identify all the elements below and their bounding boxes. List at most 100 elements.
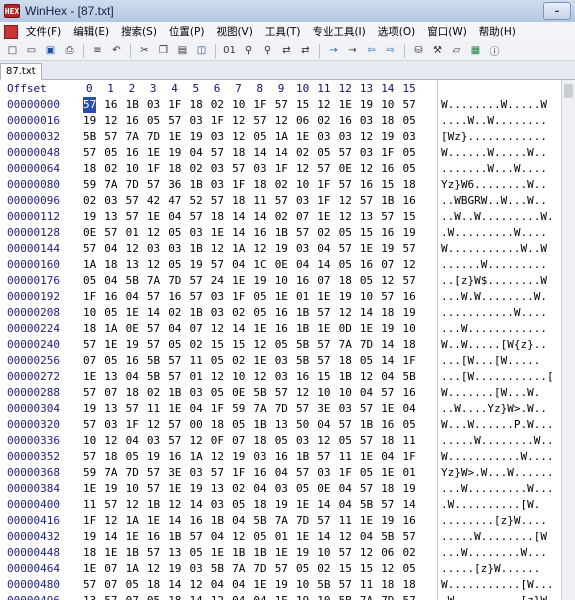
hex-byte-cell[interactable]: 14	[317, 257, 330, 273]
hex-byte-cell[interactable]: 18	[253, 177, 266, 193]
hex-byte-cell[interactable]: 0E	[83, 225, 96, 241]
hex-byte-cell[interactable]: 1E	[253, 577, 266, 593]
row-text-preview[interactable]: .....W........[W	[441, 529, 547, 545]
hex-byte-cell[interactable]: 57	[83, 449, 96, 465]
hex-byte-cell[interactable]: 5B	[317, 577, 330, 593]
hex-byte-cell[interactable]: 57	[104, 129, 117, 145]
hex-byte-cell[interactable]: 12	[147, 257, 160, 273]
hex-byte-cell[interactable]: 16	[360, 177, 373, 193]
hex-byte-cell[interactable]: 18	[403, 577, 416, 593]
hex-byte-cell[interactable]: 57	[168, 433, 181, 449]
hex-byte-cell[interactable]: 1F	[232, 465, 245, 481]
hex-byte-cell[interactable]: 14	[232, 225, 245, 241]
hex-byte-cell[interactable]: 5B	[296, 353, 309, 369]
hex-byte-cell[interactable]: 7A	[339, 337, 352, 353]
hex-byte-cell[interactable]: 02	[232, 353, 245, 369]
hex-byte-cell[interactable]: 16	[126, 113, 139, 129]
hex-byte-cell[interactable]: 1E	[339, 97, 352, 113]
hex-byte-cell[interactable]: 02	[211, 97, 224, 113]
hex-byte-cell[interactable]: 18	[126, 385, 139, 401]
hex-byte-cell[interactable]: 05	[275, 337, 288, 353]
hex-byte-cell[interactable]: 05	[296, 481, 309, 497]
new-file-icon[interactable]: □	[5, 44, 20, 58]
hex-byte-cell[interactable]: 06	[296, 113, 309, 129]
hex-byte-cell[interactable]: 57	[126, 209, 139, 225]
hex-byte-cell[interactable]: 10	[296, 577, 309, 593]
hex-byte-cell[interactable]: 1E	[275, 545, 288, 561]
hex-byte-cell[interactable]: 03	[147, 97, 160, 113]
hex-byte-cell[interactable]: 03	[211, 129, 224, 145]
hex-byte-cell[interactable]: 12	[126, 497, 139, 513]
hex-byte-cell[interactable]: 12	[253, 241, 266, 257]
hex-byte-cell[interactable]: 1F	[232, 177, 245, 193]
row-text-preview[interactable]: ......W.........	[441, 257, 547, 273]
hex-byte-cell[interactable]: 57	[381, 385, 394, 401]
hex-byte-cell[interactable]: 03	[296, 241, 309, 257]
hex-byte-cell[interactable]: 14	[275, 145, 288, 161]
hex-byte-cell[interactable]: 0E	[232, 385, 245, 401]
hex-byte-cell[interactable]: 07	[104, 561, 117, 577]
hex-byte-cell[interactable]: 5B	[126, 273, 139, 289]
hex-byte-cell[interactable]: 0E	[317, 481, 330, 497]
hex-byte-cell[interactable]: 12	[317, 433, 330, 449]
hex-byte-cell[interactable]: 16	[275, 321, 288, 337]
hex-byte-cell[interactable]: 12	[104, 113, 117, 129]
calculator-icon[interactable]: ▦	[468, 44, 483, 58]
hex-byte-cell[interactable]: 1E	[360, 449, 373, 465]
save-icon[interactable]: ▣	[43, 44, 58, 58]
row-text-preview[interactable]: ...W............	[441, 321, 547, 337]
hex-byte-cell[interactable]: 12	[190, 577, 203, 593]
hex-byte-cell[interactable]: 18	[403, 177, 416, 193]
hex-byte-cell[interactable]: 18	[381, 305, 394, 321]
hex-byte-cell[interactable]: 15	[339, 561, 352, 577]
hex-byte-cell[interactable]: 13	[211, 481, 224, 497]
open-folder-icon[interactable]: ▭	[24, 44, 39, 58]
hex-byte-cell[interactable]: 57	[275, 97, 288, 113]
hex-byte-cell[interactable]: 13	[275, 417, 288, 433]
hex-byte-cell[interactable]: 16	[147, 529, 160, 545]
hex-byte-cell[interactable]: 05	[104, 353, 117, 369]
hex-byte-cell[interactable]: 16	[104, 289, 117, 305]
hex-byte-cell[interactable]: 16	[104, 97, 117, 113]
menu-item-8[interactable]: 窗口(W)	[421, 24, 473, 39]
goto-icon[interactable]: →	[326, 44, 341, 58]
hex-byte-cell[interactable]: 57	[317, 513, 330, 529]
print-icon[interactable]: ⎙	[62, 44, 77, 58]
hex-byte-cell[interactable]: 02	[190, 337, 203, 353]
hex-byte-cell[interactable]: 57	[168, 417, 181, 433]
hex-byte-cell[interactable]: 1F	[381, 145, 394, 161]
hex-byte-cell[interactable]: 1E	[275, 289, 288, 305]
hex-byte-cell[interactable]: 1F	[317, 193, 330, 209]
hex-byte-cell[interactable]: 1B	[190, 241, 203, 257]
hex-byte-cell[interactable]: 7D	[126, 465, 139, 481]
hex-byte-cell[interactable]: 52	[190, 193, 203, 209]
hex-byte-cell[interactable]: 16	[360, 257, 373, 273]
hex-byte-cell[interactable]: 57	[296, 401, 309, 417]
hex-byte-cell[interactable]: 19	[147, 449, 160, 465]
hex-byte-cell[interactable]: 0D	[339, 321, 352, 337]
hex-byte-cell[interactable]: 11	[83, 497, 96, 513]
hex-byte-cell[interactable]: 18	[211, 417, 224, 433]
hex-byte-cell[interactable]: 13	[104, 209, 117, 225]
minimize-button[interactable]: –	[543, 2, 571, 20]
hex-byte-cell[interactable]: 57	[317, 449, 330, 465]
hex-byte-cell[interactable]: 13	[104, 369, 117, 385]
row-text-preview[interactable]: W.......[W...W.	[441, 385, 540, 401]
hex-byte-cell[interactable]: 1B	[296, 305, 309, 321]
hex-byte-cell[interactable]: 05	[253, 529, 266, 545]
hex-byte-cell[interactable]: 1F	[403, 449, 416, 465]
hex-byte-cell[interactable]: 5B	[296, 337, 309, 353]
hex-byte-cell[interactable]: 04	[232, 257, 245, 273]
hex-byte-cell[interactable]: 03	[211, 305, 224, 321]
hex-byte-cell[interactable]: 19	[168, 561, 181, 577]
hex-byte-cell[interactable]: 18	[190, 97, 203, 113]
hex-byte-cell[interactable]: 1C	[253, 257, 266, 273]
hex-byte-cell[interactable]: 05	[360, 353, 373, 369]
hex-byte-cell[interactable]: 02	[190, 161, 203, 177]
hex-byte-cell[interactable]: 1B	[296, 449, 309, 465]
hex-byte-cell[interactable]: 03	[317, 129, 330, 145]
hex-byte-cell[interactable]: 1E	[126, 529, 139, 545]
tools-icon[interactable]: ⚒	[430, 44, 445, 58]
hex-byte-cell[interactable]: 12	[211, 241, 224, 257]
hex-byte-cell[interactable]: 11	[147, 401, 160, 417]
